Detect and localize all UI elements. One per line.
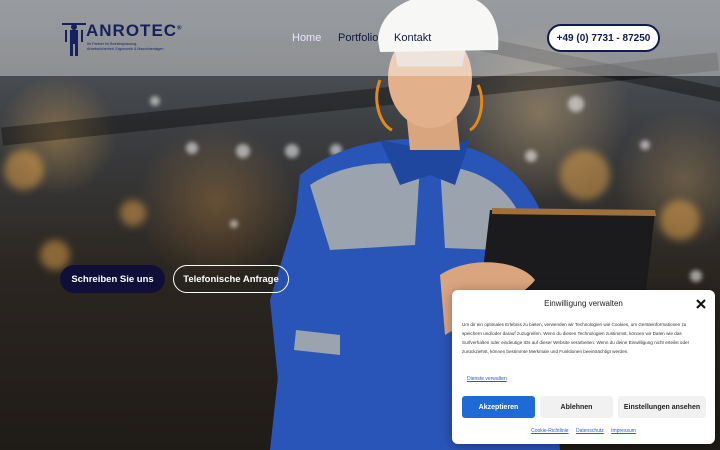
nav-kontakt[interactable]: Kontakt <box>394 32 431 44</box>
brand-logo[interactable]: ANROTEC® Ihr Partner für Betriebsplanung… <box>62 18 181 58</box>
nav-home[interactable]: Home <box>292 32 321 44</box>
consent-text: Um dir ein optimales Erlebnis zu bieten,… <box>462 322 690 354</box>
write-us-button[interactable]: Schreiben Sie uns <box>60 265 165 293</box>
imprint-link[interactable]: Impressum <box>611 428 636 434</box>
manage-services-link[interactable]: Dienste verwalten <box>467 376 507 382</box>
consent-title: Einwilligung verwalten <box>544 299 623 308</box>
consent-footer: Cookie-Richtlinie Datenschutz Impressum <box>452 428 715 434</box>
privacy-link[interactable]: Datenschutz <box>576 428 604 434</box>
brand-tagline: Ihr Partner für Betriebsplanung, Arbeits… <box>87 42 164 51</box>
cookie-consent-dialog: Einwilligung verwalten Um dir ein optima… <box>452 290 715 444</box>
site-header: ANROTEC® Ihr Partner für Betriebsplanung… <box>0 0 720 76</box>
phone-request-button[interactable]: Telefonische Anfrage <box>173 265 289 293</box>
close-icon[interactable] <box>695 298 707 310</box>
view-settings-button[interactable]: Einstellungen ansehen <box>618 396 706 418</box>
accept-button[interactable]: Akzeptieren <box>462 396 535 418</box>
reject-button[interactable]: Ablehnen <box>540 396 613 418</box>
cookie-policy-link[interactable]: Cookie-Richtlinie <box>531 428 569 434</box>
worker-logo-icon <box>62 23 86 56</box>
nav-portfolio[interactable]: Portfolio <box>338 32 378 44</box>
brand-name: ANROTEC® <box>86 21 183 40</box>
phone-button[interactable]: +49 (0) 7731 - 87250 <box>547 24 660 52</box>
